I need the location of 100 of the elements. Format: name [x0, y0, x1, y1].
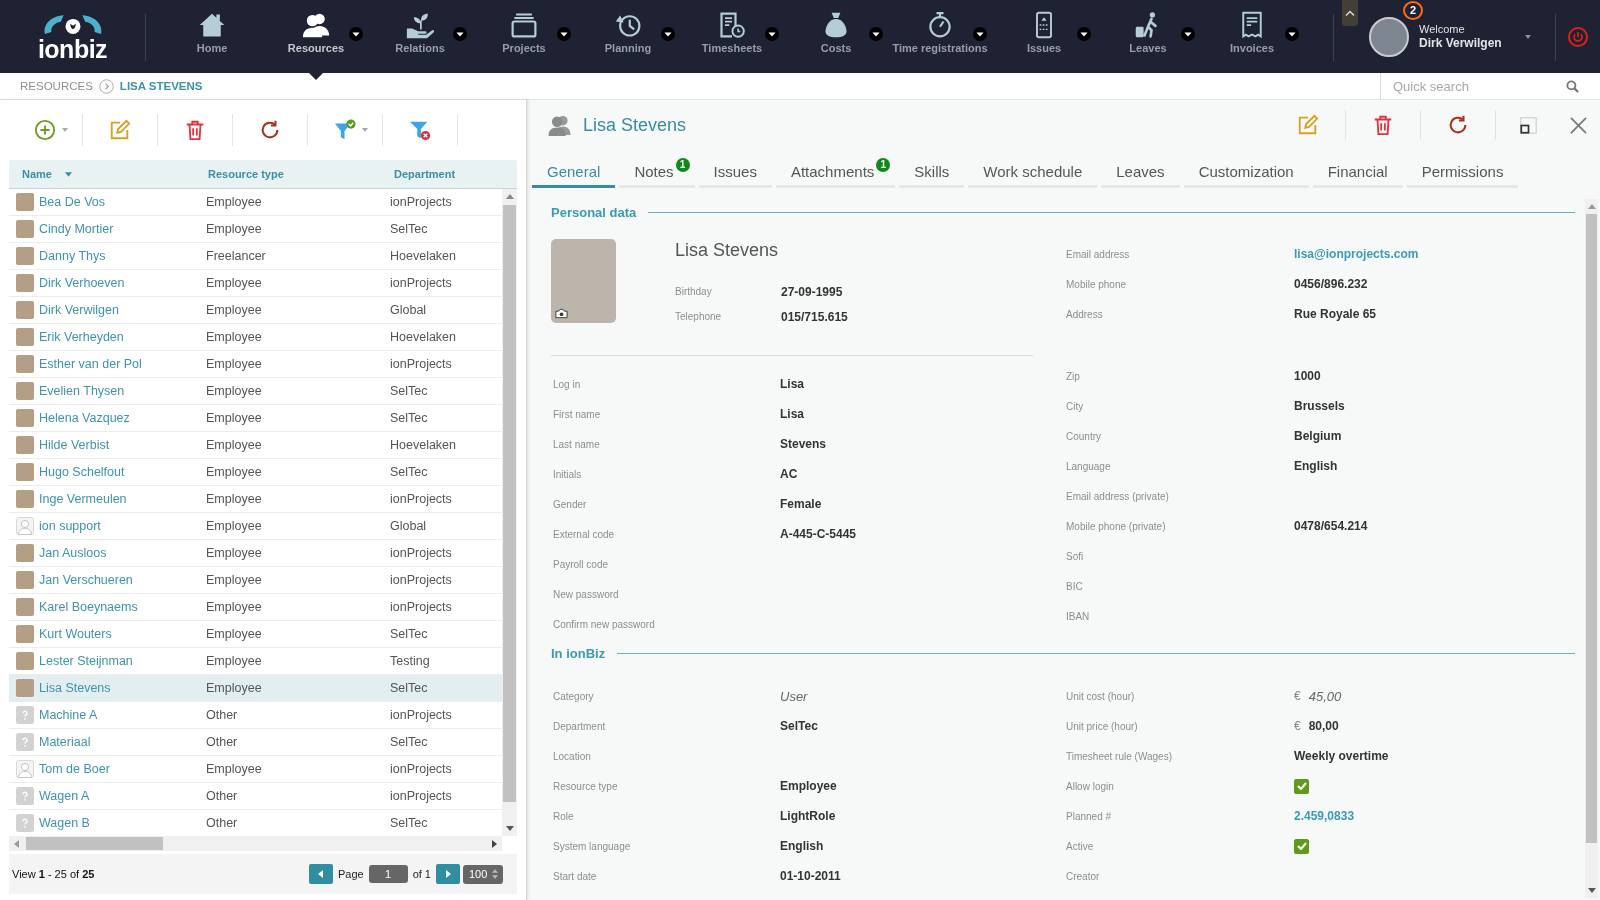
table-row[interactable]: Danny Thys Freelancer Hoevelaken — [9, 243, 502, 270]
email-link[interactable]: lisa@ionprojects.com — [1294, 247, 1419, 261]
resource-name-link[interactable]: Helena Vazquez — [39, 411, 130, 425]
resource-name-link[interactable]: Hilde Verbist — [39, 438, 110, 452]
table-row[interactable]: Jan Ausloos Employee ionProjects — [9, 540, 502, 567]
caret-icon[interactable] — [765, 27, 779, 41]
resource-name-link[interactable]: Lisa Stevens — [39, 681, 111, 695]
table-row[interactable]: Bea De Vos Employee ionProjects — [9, 189, 502, 216]
tab[interactable]: Notes 1 — [619, 158, 695, 188]
caret-icon[interactable] — [453, 27, 467, 41]
next-page-button[interactable] — [436, 864, 460, 884]
nav-item[interactable]: Costs — [784, 0, 888, 73]
table-row[interactable]: Dirk Verwilgen Employee Global — [9, 297, 502, 324]
resource-name-link[interactable]: Bea De Vos — [39, 195, 105, 209]
table-row[interactable]: Materiaal Other SelTec — [9, 729, 502, 756]
caret-icon[interactable] — [1077, 27, 1091, 41]
vertical-scrollbar[interactable] — [1585, 199, 1598, 898]
resource-name-link[interactable]: Hugo Schelfout — [39, 465, 125, 479]
scroll-right-icon[interactable] — [492, 839, 497, 848]
caret-icon[interactable] — [1285, 27, 1299, 41]
table-row[interactable]: ion support Employee Global — [9, 513, 502, 540]
scroll-down-icon[interactable] — [1587, 888, 1596, 893]
caret-icon[interactable] — [869, 27, 883, 41]
horizontal-scrollbar[interactable] — [9, 836, 502, 851]
breadcrumb-item[interactable]: LISA STEVENS — [119, 80, 203, 92]
tab[interactable]: Permissions — [1406, 158, 1519, 188]
collapse-button[interactable] — [1342, 0, 1358, 26]
tab[interactable]: Skills — [899, 158, 965, 188]
table-row[interactable]: Karel Boeynaems Employee ionProjects — [9, 594, 502, 621]
scroll-up-icon[interactable] — [1587, 204, 1596, 209]
resource-name-link[interactable]: Danny Thys — [39, 249, 106, 263]
caret-icon[interactable] — [557, 27, 571, 41]
scroll-left-icon[interactable] — [14, 839, 19, 848]
resource-name-link[interactable]: Erik Verheyden — [39, 330, 124, 344]
column-header[interactable]: Department — [386, 160, 517, 188]
value-link[interactable]: 2.459,0833 — [1294, 809, 1355, 823]
avatar-photo[interactable] — [1369, 16, 1409, 57]
nav-item[interactable]: Issues — [992, 0, 1096, 73]
nav-item[interactable]: Projects — [472, 0, 576, 73]
tab[interactable]: Work schedule — [968, 158, 1098, 188]
tab[interactable]: Financial — [1312, 158, 1403, 188]
scroll-up-icon[interactable] — [505, 194, 514, 199]
caret-icon[interactable] — [349, 27, 363, 41]
resource-name-link[interactable]: Wagen A — [39, 789, 90, 803]
table-row[interactable]: Tom de Boer Employee ionProjects — [9, 756, 502, 783]
resource-name-link[interactable]: Lester Steijnman — [39, 654, 133, 668]
nav-item[interactable]: Timesheets — [680, 0, 784, 73]
resource-name-link[interactable]: Materiaal — [39, 735, 91, 749]
checkbox[interactable] — [1294, 838, 1309, 854]
nav-item[interactable]: Planning — [576, 0, 680, 73]
tab[interactable]: Leaves — [1101, 158, 1180, 188]
nav-item[interactable]: Leaves — [1096, 0, 1200, 73]
table-row[interactable]: Dirk Verhoeven Employee ionProjects — [9, 270, 502, 297]
resource-name-link[interactable]: Dirk Verwilgen — [39, 303, 119, 317]
column-header[interactable]: Name — [9, 160, 200, 188]
camera-icon[interactable] — [555, 308, 568, 319]
scrollbar-thumb[interactable] — [503, 205, 516, 802]
nav-item[interactable]: Home — [160, 0, 264, 73]
table-row[interactable]: Jan Verschueren Employee ionProjects — [9, 567, 502, 594]
table-row[interactable]: Helena Vazquez Employee SelTec — [9, 405, 502, 432]
notification-badge[interactable]: 2 — [1403, 0, 1423, 20]
resource-name-link[interactable]: Esther van der Pol — [39, 357, 142, 371]
resource-name-link[interactable]: Inge Vermeulen — [39, 492, 127, 506]
resource-name-link[interactable]: Wagen B — [39, 816, 90, 830]
resource-name-link[interactable]: Karel Boeynaems — [39, 600, 138, 614]
previous-page-button[interactable] — [308, 864, 333, 884]
table-row[interactable]: Esther van der Pol Employee ionProjects — [9, 351, 502, 378]
tab[interactable]: Attachments 1 — [775, 158, 896, 188]
table-row[interactable]: Kurt Wouters Employee SelTec — [9, 621, 502, 648]
table-row[interactable]: Wagen A Other ionProjects — [9, 783, 502, 810]
resource-name-link[interactable]: Machine A — [39, 708, 98, 722]
breadcrumb-item[interactable]: RESOURCES — [20, 80, 93, 92]
table-row[interactable]: Erik Verheyden Employee Hoevelaken — [9, 324, 502, 351]
table-row[interactable]: Hilde Verbist Employee Hoevelaken — [9, 432, 502, 459]
nav-item[interactable]: Time registrations — [888, 0, 992, 73]
column-header[interactable]: Resource type — [200, 160, 386, 188]
table-row[interactable]: Cindy Mortier Employee SelTec — [9, 216, 502, 243]
scrollbar-thumb[interactable] — [26, 837, 163, 850]
resource-name-link[interactable]: Jan Verschueren — [39, 573, 133, 587]
search-icon[interactable] — [1566, 79, 1579, 93]
tab[interactable]: Customization — [1183, 158, 1309, 188]
resource-name-link[interactable]: Jan Ausloos — [39, 546, 107, 560]
resource-name-link[interactable]: Tom de Boer — [39, 762, 110, 776]
tab[interactable]: General — [532, 158, 616, 188]
page-size-select[interactable]: 100 — [463, 864, 503, 884]
vertical-scrollbar[interactable] — [502, 189, 517, 836]
resource-name-link[interactable]: ion support — [39, 519, 101, 533]
tab[interactable]: Issues — [698, 158, 772, 188]
table-row[interactable]: Machine A Other ionProjects — [9, 702, 502, 729]
nav-item[interactable]: Invoices — [1200, 0, 1304, 73]
nav-item[interactable]: Relations — [368, 0, 472, 73]
table-row[interactable]: Hugo Schelfout Employee SelTec — [9, 459, 502, 486]
table-row[interactable]: Lisa Stevens Employee SelTec — [9, 675, 502, 702]
resource-name-link[interactable]: Kurt Wouters — [39, 627, 112, 641]
caret-icon[interactable] — [973, 27, 987, 41]
table-row[interactable]: Inge Vermeulen Employee ionProjects — [9, 486, 502, 513]
resource-name-link[interactable]: Dirk Verhoeven — [39, 276, 125, 290]
page-input[interactable]: 1 — [368, 865, 408, 883]
checkbox[interactable] — [1294, 778, 1309, 794]
resource-name-link[interactable]: Evelien Thysen — [39, 384, 125, 398]
